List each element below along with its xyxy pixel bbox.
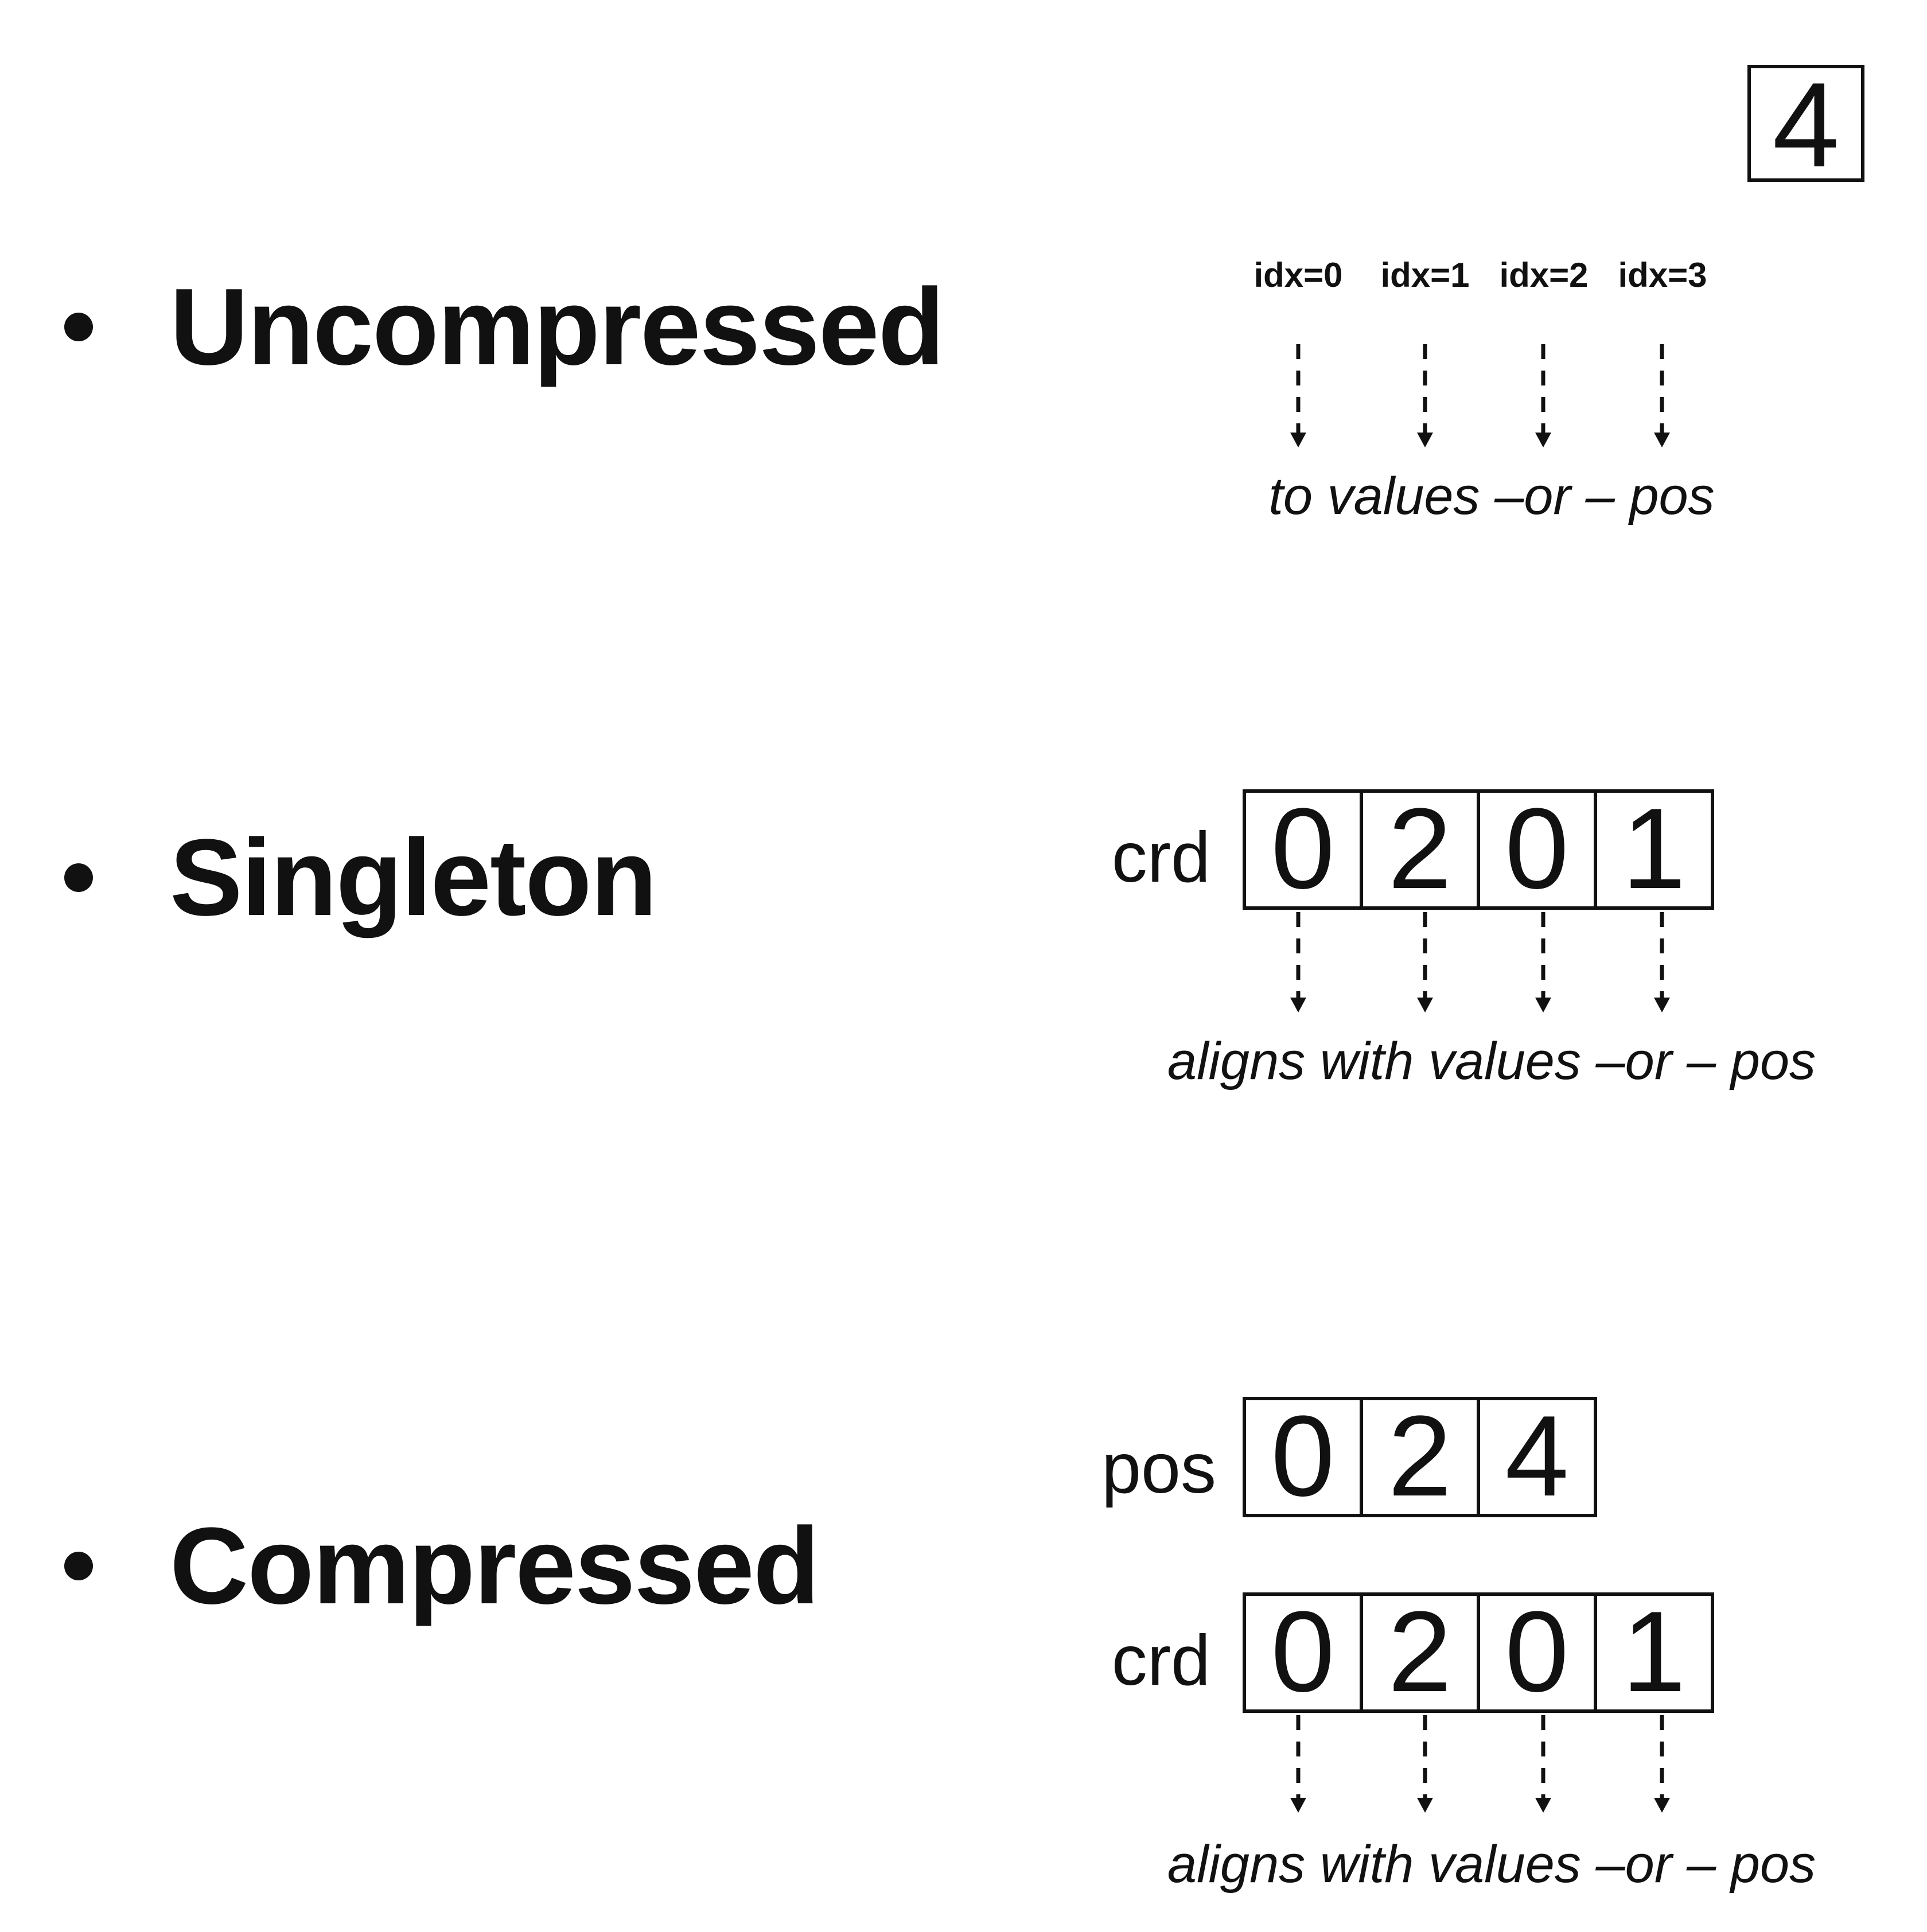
arrow-head [1417,998,1433,1012]
arrow-head [1535,998,1551,1012]
arrow-head [1535,1798,1551,1813]
arrow-head [1417,433,1433,447]
arrow-head [1290,998,1306,1012]
arrow-head [1654,998,1670,1012]
arrow-head [1654,433,1670,447]
arrow-head [1654,1798,1670,1813]
dashed-arrows [1290,344,1670,1813]
arrow-head [1290,433,1306,447]
arrow-head [1290,1798,1306,1813]
arrow-head [1417,1798,1433,1813]
arrow-head [1535,433,1551,447]
